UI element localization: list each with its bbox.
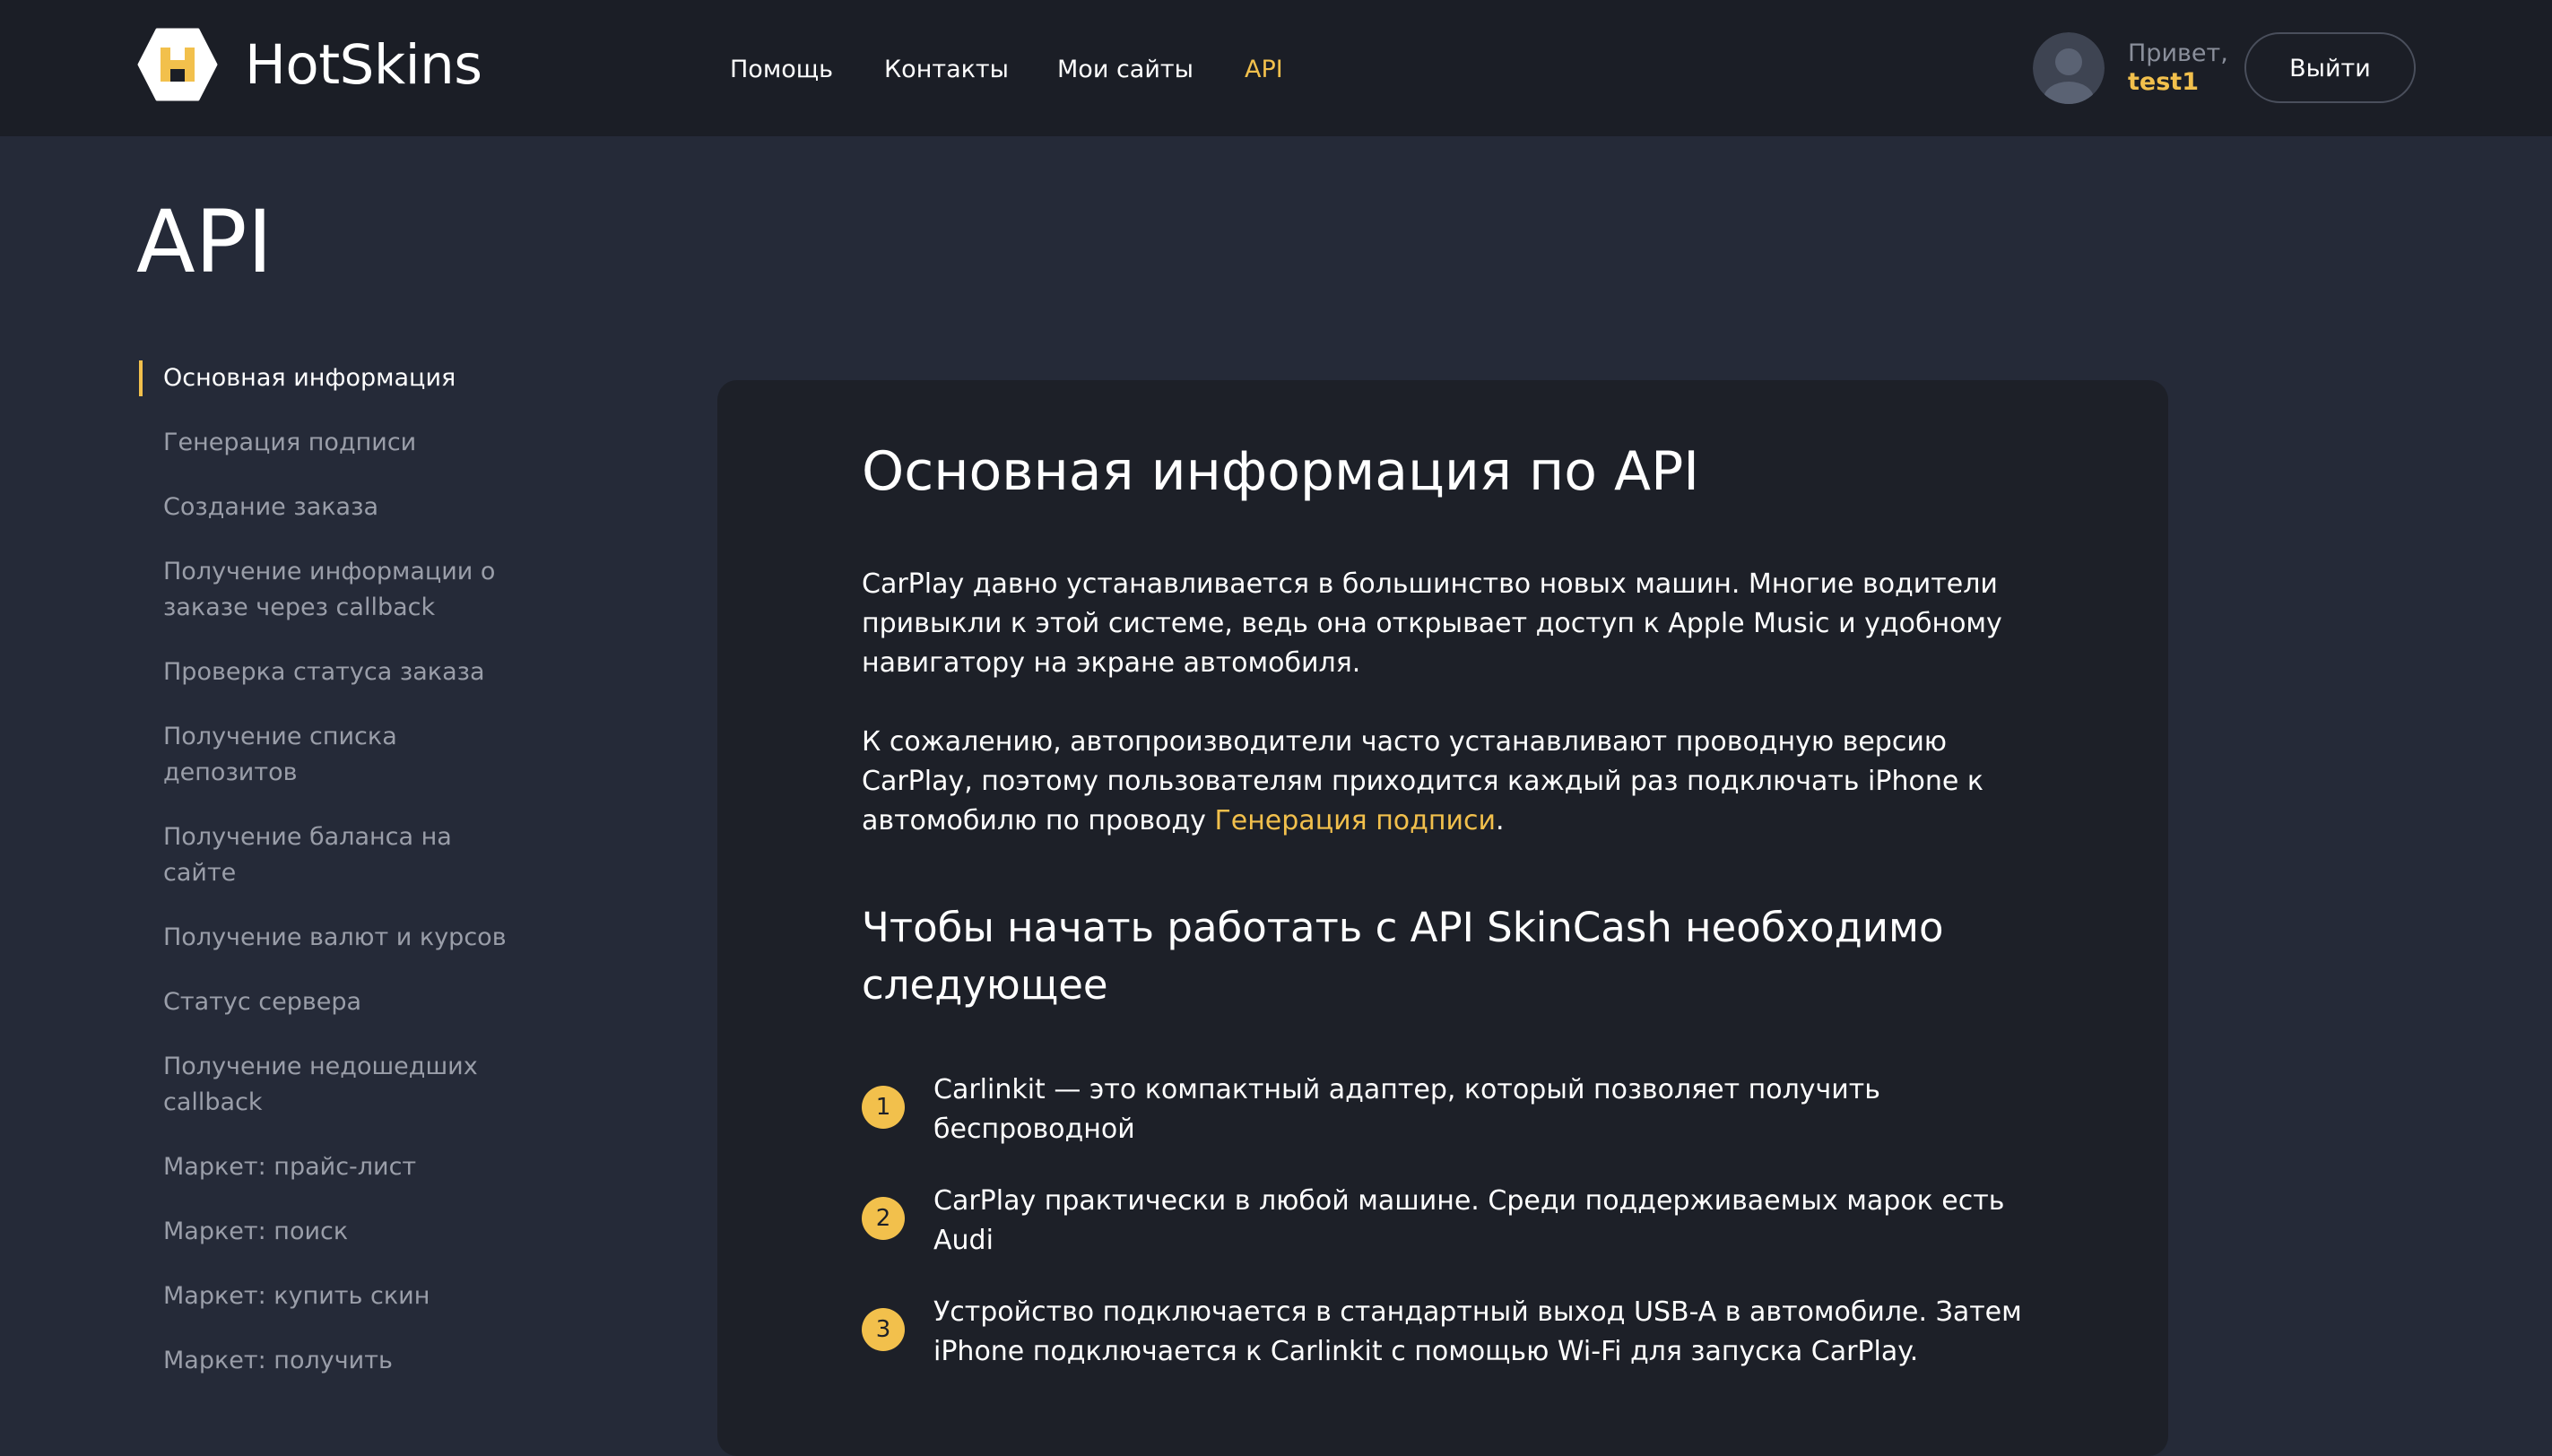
sidebar-item-market-search[interactable]: Маркет: поиск	[139, 1214, 516, 1250]
sidebar-item-market-get[interactable]: Маркет: получить	[139, 1343, 516, 1379]
sidebar-item-site-balance[interactable]: Получение баланса на сайте	[139, 819, 516, 891]
nav-link-contacts[interactable]: Контакты	[884, 55, 1009, 85]
sidebar-item-order-status[interactable]: Проверка статуса заказа	[139, 654, 516, 690]
step-number-badge: 2	[862, 1197, 905, 1240]
sidebar-item-missed-callbacks[interactable]: Получение недошедших callback	[139, 1049, 516, 1121]
content-heading: Основная информация по API	[862, 440, 1699, 503]
step-text: CarPlay практически в любой машине. Сред…	[933, 1185, 2005, 1256]
top-navigation-bar: HotSkins Помощь Контакты Мои сайты API П…	[0, 0, 2552, 136]
hotskins-logo-icon	[137, 28, 218, 101]
logout-button[interactable]: Выйти	[2244, 32, 2416, 103]
sidebar-item-currencies-rates[interactable]: Получение валют и курсов	[139, 920, 516, 956]
sidebar-item-create-order[interactable]: Создание заказа	[139, 490, 516, 525]
sidebar-item-signature-generation[interactable]: Генерация подписи	[139, 425, 516, 461]
paragraph-2-end: .	[1496, 805, 1505, 836]
page-title: API	[136, 192, 273, 292]
sidebar-item-server-status[interactable]: Статус сервера	[139, 984, 516, 1020]
step-text: Устройство подключается в стандартный вы…	[933, 1296, 2022, 1367]
nav-link-api[interactable]: API	[1245, 55, 1283, 85]
sidebar-item-basic-info[interactable]: Основная информация	[139, 360, 516, 396]
logo[interactable]: HotSkins	[137, 28, 482, 101]
content-paragraph-1: CarPlay давно устанавливается в большинс…	[862, 568, 2002, 679]
avatar[interactable]	[2033, 32, 2105, 104]
nav-link-help[interactable]: Помощь	[730, 55, 833, 85]
brand-name: HotSkins	[245, 32, 482, 97]
user-greeting: Привет, test1	[2128, 39, 2228, 97]
sidebar-item-deposits-list[interactable]: Получение списка депозитов	[139, 719, 516, 791]
signature-generation-link[interactable]: Генерация подписи	[1214, 805, 1496, 836]
step-text: Carlinkit — это компактный адаптер, кото…	[933, 1074, 1880, 1145]
step-number-badge: 1	[862, 1086, 905, 1129]
sidebar-item-market-price-list[interactable]: Маркет: прайс-лист	[139, 1149, 516, 1185]
sidebar-item-order-callback[interactable]: Получение информации о заказе через call…	[139, 554, 516, 626]
user-avatar-icon	[2033, 32, 2105, 104]
nav-link-my-sites[interactable]: Мои сайты	[1057, 55, 1194, 85]
content-paragraph-2: К сожалению, автопроизводители часто уст…	[862, 723, 2009, 841]
sidebar-item-market-buy-skin[interactable]: Маркет: купить скин	[139, 1278, 516, 1314]
greeting-text: Привет,	[2128, 39, 2228, 67]
step-number-badge: 3	[862, 1308, 905, 1351]
content-subheading: Чтобы начать работать с API SkinCash нео…	[862, 904, 1944, 1009]
username: test1	[2128, 68, 2199, 96]
